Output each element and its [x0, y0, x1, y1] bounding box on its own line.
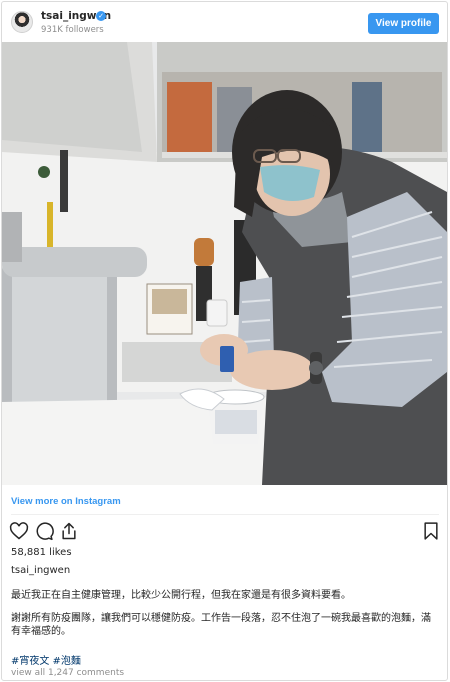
caption-text: 謝謝所有防疫團隊，讓我們可以穩健防疫。工作告一段落，忍不住泡了一碗我最喜歡的泡麵… — [11, 613, 431, 637]
view-profile-button[interactable]: View profile — [368, 13, 439, 34]
view-comments-link[interactable]: view all 1,247 comments — [11, 668, 124, 678]
likes-count[interactable]: 58,881 likes — [11, 547, 72, 558]
post-header: tsai_ingwen ✓ 931K followers View profil… — [2, 2, 447, 42]
photo-illustration — [2, 42, 447, 485]
caption-text: 最近我正在自主健康管理，比較少公開行程，但我在家還是有很多資料要看。 — [11, 590, 351, 601]
heart-icon[interactable] — [9, 521, 29, 541]
share-icon[interactable] — [59, 521, 79, 541]
view-more-link[interactable]: View more on Instagram — [11, 496, 121, 507]
comment-icon[interactable] — [34, 521, 54, 541]
instagram-embed-card: tsai_ingwen ✓ 931K followers View profil… — [1, 1, 448, 681]
followers-count: 931K followers — [41, 25, 104, 35]
hashtags[interactable]: #宵夜文 #泡麵 — [11, 652, 81, 667]
avatar[interactable] — [11, 11, 33, 33]
divider — [11, 514, 439, 515]
caption-username[interactable]: tsai_ingwen — [11, 565, 70, 576]
post-photo[interactable] — [2, 42, 447, 485]
verified-badge-icon: ✓ — [96, 11, 106, 21]
bookmark-icon[interactable] — [421, 521, 441, 541]
